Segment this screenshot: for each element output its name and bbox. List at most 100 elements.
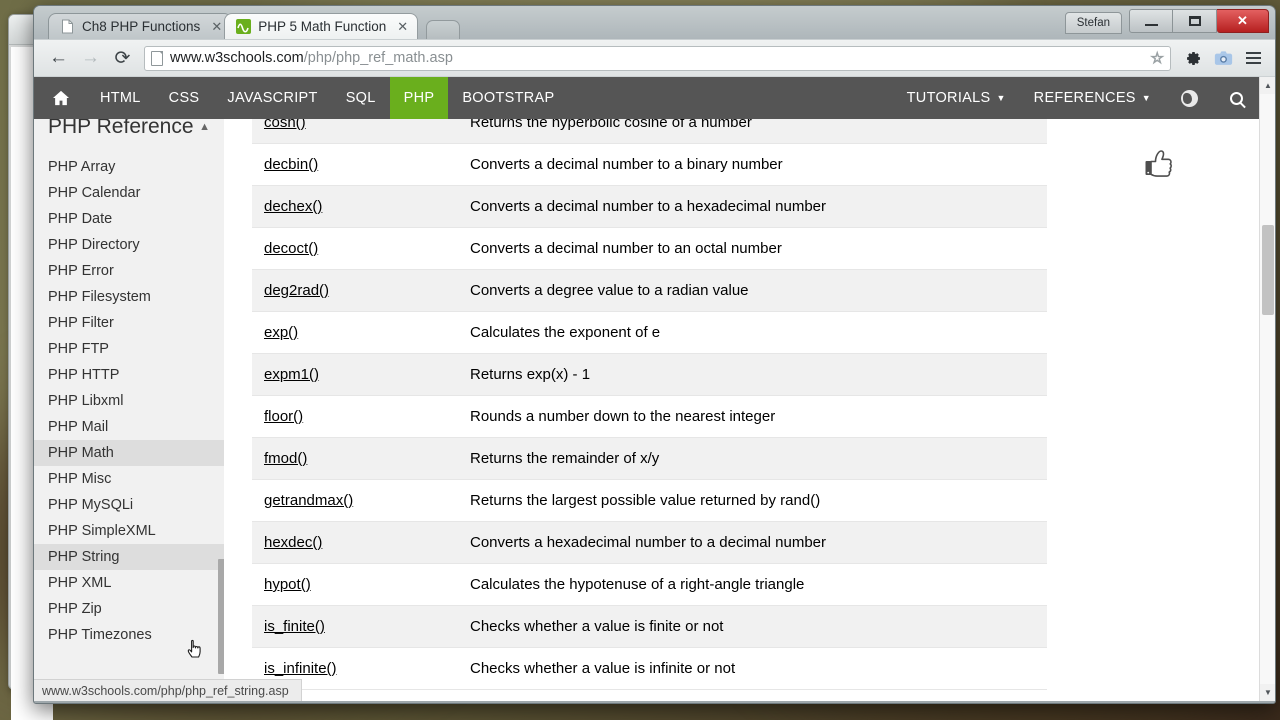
sidebar-item-php-filesystem[interactable]: PHP Filesystem (34, 284, 224, 310)
nav-home-icon[interactable] (34, 77, 86, 119)
nav-menu-tutorials[interactable]: TUTORIALS ▼ (893, 77, 1020, 119)
sidebar-item-label: PHP SimpleXML (48, 523, 156, 539)
sidebar-item-php-zip[interactable]: PHP Zip (34, 596, 224, 622)
sidebar-item-php-mail[interactable]: PHP Mail (34, 414, 224, 440)
sidebar-item-php-timezones[interactable]: PHP Timezones (34, 622, 224, 648)
function-link[interactable]: fmod() (264, 450, 307, 467)
function-link[interactable]: dechex() (264, 198, 322, 215)
nav-item-php[interactable]: PHP (389, 77, 449, 119)
new-tab-button[interactable] (426, 20, 461, 39)
sidebar-item-label: PHP Misc (48, 471, 112, 487)
scroll-down-arrow-icon[interactable]: ▼ (1260, 684, 1275, 701)
browser-viewport: HTML CSS JAVASCRIPT SQL PHP BOOTSTRAP TU… (34, 76, 1275, 701)
scrollbar-thumb[interactable] (1262, 225, 1274, 315)
maximize-button[interactable] (1173, 9, 1217, 33)
nav-item-javascript[interactable]: JAVASCRIPT (213, 77, 331, 119)
reload-button[interactable]: ⟳ (108, 44, 137, 73)
sidebar-item-php-mysqli[interactable]: PHP MySQLi (34, 492, 224, 518)
function-link[interactable]: cosh() (264, 119, 306, 131)
function-name-cell: is_finite() (252, 605, 460, 648)
close-icon[interactable]: ✕ (211, 20, 222, 33)
scroll-up-arrow-icon[interactable]: ▲ (1260, 77, 1275, 94)
forward-button[interactable]: → (76, 44, 105, 73)
web-page: HTML CSS JAVASCRIPT SQL PHP BOOTSTRAP TU… (34, 77, 1259, 701)
sidebar-item-label: PHP Date (48, 211, 113, 227)
chevron-down-icon: ▼ (1141, 93, 1151, 103)
search-icon[interactable] (1214, 77, 1259, 119)
sidebar-item-php-simplexml[interactable]: PHP SimpleXML (34, 518, 224, 544)
function-link[interactable]: expm1() (264, 366, 319, 383)
function-link[interactable]: decbin() (264, 156, 318, 173)
sidebar-item-list: PHP Array PHP Calendar PHP Date PHP Directo… (34, 154, 224, 648)
sidebar-item-label: PHP Filesystem (48, 289, 151, 305)
bookmark-star-icon[interactable]: ☆ (1150, 49, 1164, 68)
function-name-cell: expm1() (252, 353, 460, 396)
function-link[interactable]: is_infinite() (264, 660, 337, 677)
sidebar-item-label: PHP Mail (48, 419, 109, 435)
sidebar-title[interactable]: PHP Reference ▲ (34, 119, 224, 139)
sidebar-item-php-array[interactable]: PHP Array (34, 154, 224, 180)
maximize-icon (1188, 16, 1201, 26)
browser-tab-2[interactable]: PHP 5 Math Function ✕ (224, 13, 419, 39)
sidebar-item-php-libxml[interactable]: PHP Libxml (34, 388, 224, 414)
sidebar-item-php-date[interactable]: PHP Date (34, 206, 224, 232)
sidebar-item-php-string[interactable]: PHP String (34, 544, 224, 570)
php-reference-sidebar: PHP Reference ▲ PHP Array PHP Calendar PHP… (34, 119, 224, 701)
close-button[interactable]: ✕ (1217, 9, 1269, 33)
sidebar-item-php-calendar[interactable]: PHP Calendar (34, 180, 224, 206)
function-link[interactable]: hexdec() (264, 534, 322, 551)
chevron-down-icon: ▼ (996, 93, 1006, 103)
sidebar-item-php-ftp[interactable]: PHP FTP (34, 336, 224, 362)
nav-menu-references[interactable]: REFERENCES ▼ (1020, 77, 1165, 119)
function-link[interactable]: exp() (264, 324, 298, 341)
function-link[interactable]: decoct() (264, 240, 318, 257)
user-profile-chip[interactable]: Stefan (1064, 12, 1122, 34)
sidebar-item-php-error[interactable]: PHP Error (34, 258, 224, 284)
tab-list: Ch8 PHP Functions ✕ PHP 5 Math Function … (48, 13, 461, 39)
hamburger-lines (1246, 49, 1261, 67)
minimize-button[interactable] (1129, 9, 1173, 33)
sidebar-item-php-http[interactable]: PHP HTTP (34, 362, 224, 388)
function-link[interactable]: hypot() (264, 576, 311, 593)
table-row: floor() Rounds a number down to the neare… (252, 395, 1047, 438)
language-globe-icon[interactable] (1165, 77, 1214, 119)
php-math-functions-table: cosh() Returns the hyperbolic cosine of a… (252, 119, 1047, 690)
sidebar-item-php-misc[interactable]: PHP Misc (34, 466, 224, 492)
nav-item-css[interactable]: CSS (155, 77, 214, 119)
table-row: fmod() Returns the remainder of x/y (252, 437, 1047, 480)
w3schools-icon (236, 19, 252, 34)
url-host: www.w3schools.com (170, 50, 304, 66)
close-icon[interactable]: ✕ (397, 20, 408, 33)
window-controls: ✕ (1129, 9, 1269, 33)
function-description-cell: Converts a decimal number to an octal nu… (460, 227, 1047, 270)
browser-tab-1[interactable]: Ch8 PHP Functions ✕ (48, 13, 233, 39)
thumbs-up-icon[interactable] (1059, 147, 1259, 184)
nav-item-bootstrap[interactable]: BOOTSTRAP (448, 77, 568, 119)
site-navbar: HTML CSS JAVASCRIPT SQL PHP BOOTSTRAP TU… (34, 77, 1259, 119)
function-description-cell: Converts a decimal number to a binary nu… (460, 143, 1047, 186)
function-description-cell: Rounds a number down to the nearest inte… (460, 395, 1047, 438)
function-link[interactable]: floor() (264, 408, 303, 425)
function-name-cell: hexdec() (252, 521, 460, 564)
sidebar-item-label: PHP Calendar (48, 185, 141, 201)
menu-icon[interactable] (1240, 45, 1267, 72)
screenshot-camera-icon[interactable] (1210, 45, 1237, 72)
nav-item-sql[interactable]: SQL (332, 77, 390, 119)
function-link[interactable]: is_finite() (264, 618, 325, 635)
function-link[interactable]: getrandmax() (264, 492, 353, 509)
address-bar-url: www.w3schools.com/php/php_ref_math.asp (170, 50, 453, 66)
chevron-up-icon[interactable]: ▲ (199, 121, 210, 133)
address-bar[interactable]: www.w3schools.com/php/php_ref_math.asp ☆ (144, 45, 1171, 71)
function-link[interactable]: deg2rad() (264, 282, 329, 299)
browser-tab-title: Ch8 PHP Functions (82, 19, 201, 34)
gear-icon[interactable] (1180, 45, 1207, 72)
sidebar-item-label: PHP FTP (48, 341, 109, 357)
sidebar-item-php-directory[interactable]: PHP Directory (34, 232, 224, 258)
nav-item-html[interactable]: HTML (86, 77, 155, 119)
function-name-cell: fmod() (252, 437, 460, 480)
sidebar-item-php-filter[interactable]: PHP Filter (34, 310, 224, 336)
page-scrollbar[interactable]: ▲ ▼ (1259, 77, 1275, 701)
back-button[interactable]: ← (44, 44, 73, 73)
sidebar-item-php-xml[interactable]: PHP XML (34, 570, 224, 596)
sidebar-item-php-math[interactable]: PHP Math (34, 440, 224, 466)
